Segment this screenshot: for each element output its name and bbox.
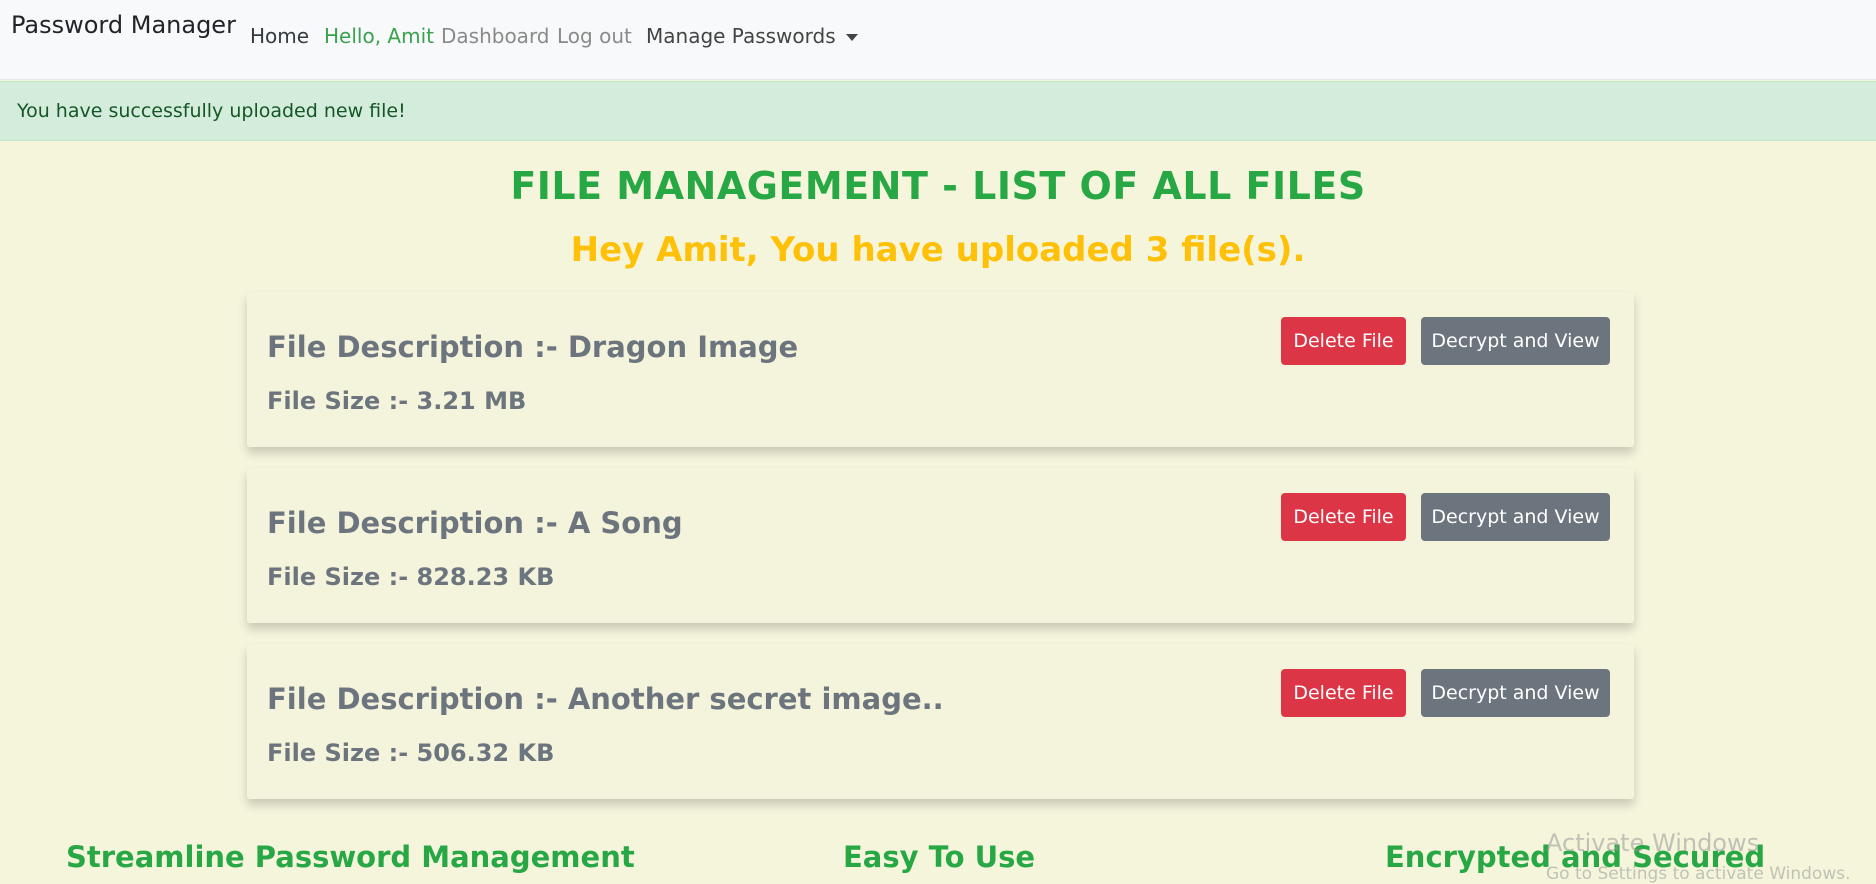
delete-file-button[interactable]: Delete File bbox=[1281, 493, 1406, 541]
alert-message: You have successfully uploaded new file! bbox=[17, 100, 406, 122]
activate-windows-subtext: Go to Settings to activate Windows. bbox=[1546, 864, 1851, 884]
decrypt-view-button[interactable]: Decrypt and View bbox=[1421, 669, 1610, 717]
activate-windows-watermark: Activate Windows bbox=[1546, 829, 1760, 857]
file-description: File Description :- Another secret image… bbox=[267, 682, 944, 716]
nav-dashboard[interactable]: Dashboard bbox=[441, 24, 550, 48]
nav-manage-label: Manage Passwords bbox=[646, 24, 836, 48]
file-size: File Size :- 3.21 MB bbox=[267, 387, 527, 415]
nav-hello-user[interactable]: Hello, Amit bbox=[324, 24, 434, 48]
file-card: File Description :- Another secret image… bbox=[247, 644, 1634, 799]
file-size: File Size :- 506.32 KB bbox=[267, 739, 555, 767]
feature-heading-streamline: Streamline Password Management bbox=[66, 840, 635, 874]
delete-file-button[interactable]: Delete File bbox=[1281, 317, 1406, 365]
decrypt-view-button[interactable]: Decrypt and View bbox=[1421, 493, 1610, 541]
nav-home[interactable]: Home bbox=[250, 24, 309, 48]
page-title: FILE MANAGEMENT - LIST OF ALL FILES bbox=[510, 164, 1366, 208]
brand-logo[interactable]: Password Manager bbox=[11, 11, 236, 39]
file-card: File Description :- A Song File Size :- … bbox=[247, 468, 1634, 623]
delete-file-button[interactable]: Delete File bbox=[1281, 669, 1406, 717]
nav-logout[interactable]: Log out bbox=[557, 24, 632, 48]
chevron-down-icon bbox=[845, 33, 858, 41]
file-size: File Size :- 828.23 KB bbox=[267, 563, 555, 591]
navbar: Password Manager Home Hello, Amit Dashbo… bbox=[0, 0, 1876, 80]
file-card: File Description :- Dragon Image File Si… bbox=[247, 292, 1634, 447]
nav-manage-passwords-dropdown[interactable]: Manage Passwords bbox=[646, 24, 858, 48]
file-description: File Description :- Dragon Image bbox=[267, 330, 799, 364]
file-description: File Description :- A Song bbox=[267, 506, 683, 540]
feature-heading-easy: Easy To Use bbox=[843, 840, 1036, 874]
success-alert: You have successfully uploaded new file! bbox=[0, 81, 1876, 141]
decrypt-view-button[interactable]: Decrypt and View bbox=[1421, 317, 1610, 365]
page-subtitle: Hey Amit, You have uploaded 3 file(s). bbox=[570, 230, 1306, 270]
